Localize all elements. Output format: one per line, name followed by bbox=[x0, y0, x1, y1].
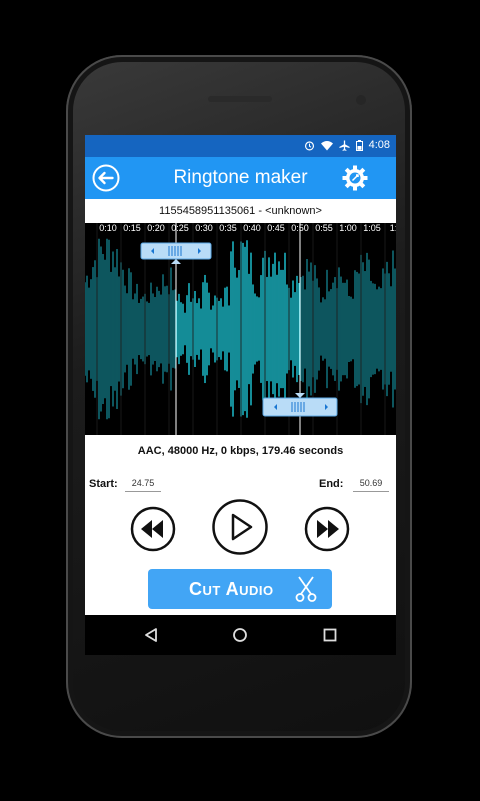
timeline-tick-label: 1:00 bbox=[339, 223, 357, 233]
timeline-tick-label: 0:45 bbox=[267, 223, 285, 233]
app-screen: 4:08 Ringtone maker 1155458951135061 - <… bbox=[85, 135, 396, 655]
front-camera bbox=[356, 95, 366, 105]
start-time-input[interactable]: 24.75 bbox=[125, 475, 161, 492]
timeline-tick-label: 0:15 bbox=[123, 223, 141, 233]
airplane-icon bbox=[339, 139, 350, 151]
timeline-tick-label: 0:30 bbox=[195, 223, 213, 233]
earpiece-grille bbox=[208, 96, 272, 102]
start-label: Start: bbox=[89, 478, 118, 490]
app-bar: Ringtone maker bbox=[85, 157, 396, 199]
start-handle[interactable] bbox=[140, 242, 212, 264]
scissors-icon bbox=[295, 576, 317, 602]
rewind-button[interactable] bbox=[130, 506, 176, 552]
nav-home-icon[interactable] bbox=[232, 627, 248, 643]
timeline-tick-label: 0:10 bbox=[99, 223, 117, 233]
alarm-icon bbox=[304, 140, 314, 150]
end-handle[interactable] bbox=[262, 393, 338, 417]
timeline-tick-label: 1:1 bbox=[390, 223, 396, 233]
end-label: End: bbox=[319, 478, 344, 490]
system-nav-bar bbox=[85, 615, 396, 655]
status-time: 4:08 bbox=[368, 139, 390, 151]
cut-audio-label: Cut Audio bbox=[189, 579, 274, 599]
timeline-tick-label: 0:40 bbox=[243, 223, 261, 233]
settings-gear-icon[interactable] bbox=[340, 163, 370, 193]
battery-icon bbox=[355, 139, 363, 151]
fast-forward-button[interactable] bbox=[304, 506, 350, 552]
cut-audio-button[interactable]: Cut Audio bbox=[148, 569, 332, 609]
play-button[interactable] bbox=[211, 498, 269, 556]
timeline-tick-label: 0:35 bbox=[219, 223, 237, 233]
end-time-input[interactable]: 50.69 bbox=[353, 475, 389, 492]
waveform-canvas[interactable]: 0:10 0:15 0:20 0:25 0:30 0:35 0:40 0:45 0:50 0:55… bbox=[85, 223, 396, 435]
fast-forward-icon bbox=[317, 520, 339, 538]
audio-info: AAC, 48000 Hz, 0 kbps, 179.46 seconds bbox=[137, 445, 344, 457]
rewind-icon bbox=[141, 520, 163, 538]
nav-recents-icon[interactable] bbox=[322, 627, 338, 643]
status-bar: 4:08 bbox=[85, 135, 396, 157]
timeline-tick-label: 1:05 bbox=[363, 223, 381, 233]
play-icon bbox=[231, 513, 253, 541]
timeline-tick-label: 0:25 bbox=[171, 223, 189, 233]
wifi-icon bbox=[320, 140, 333, 150]
timeline-tick-label: 0:20 bbox=[147, 223, 165, 233]
file-name: 1155458951135061 - <unknown> bbox=[159, 205, 322, 217]
nav-back-icon[interactable] bbox=[143, 627, 159, 643]
waveform-editor[interactable]: 0:10 0:15 0:20 0:25 0:30 0:35 0:40 0:45 0:50 0:55… bbox=[85, 223, 396, 435]
timeline-tick-label: 0:55 bbox=[315, 223, 333, 233]
